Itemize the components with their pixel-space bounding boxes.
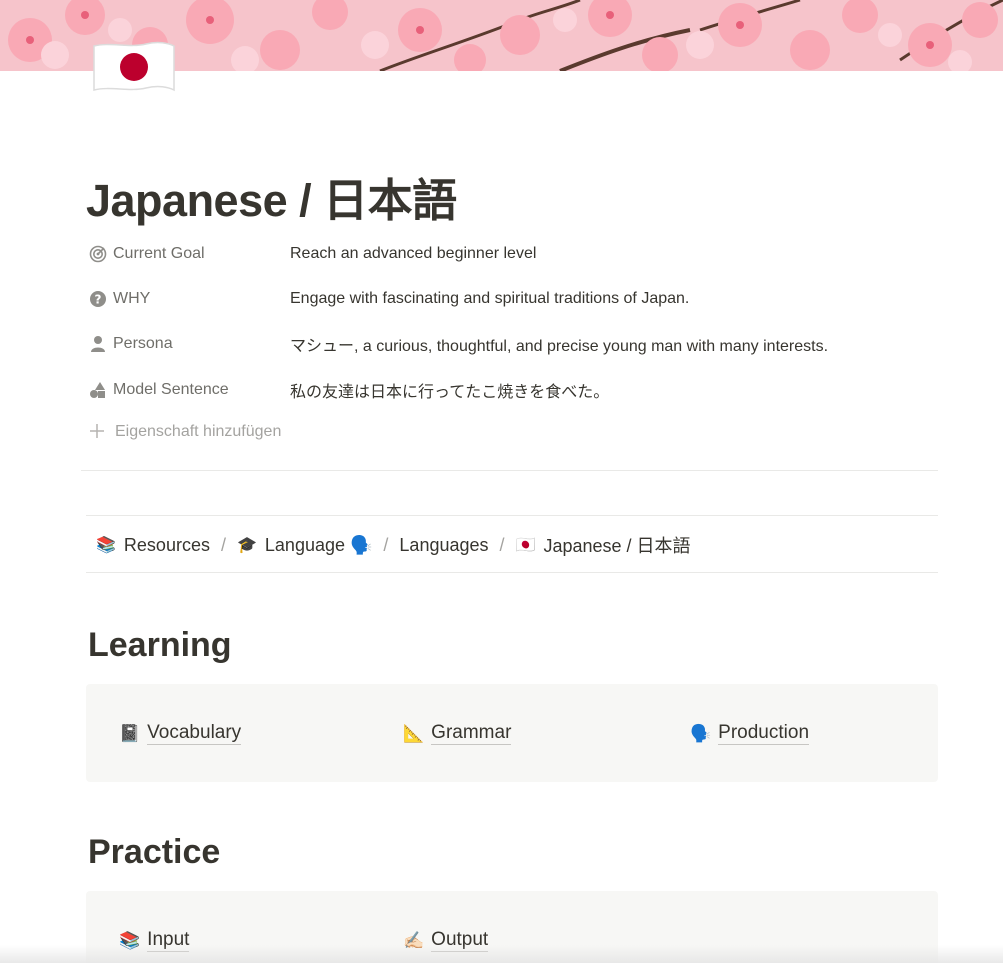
notebook-icon: 📓 <box>119 723 141 743</box>
breadcrumb-separator: / <box>383 534 389 555</box>
property-label: WHY <box>113 290 151 307</box>
target-icon <box>88 244 108 264</box>
speaking-head-icon: 🗣️ <box>690 723 712 743</box>
property-value[interactable]: マシュー, a curious, thoughtful, and precise… <box>290 332 828 356</box>
books-icon: 📚 <box>96 537 116 554</box>
property-why[interactable]: ? WHY Engage with fascinating and spirit… <box>86 282 938 316</box>
property-label: Current Goal <box>113 245 205 262</box>
property-value[interactable]: 私の友達は日本に行ってたこ焼きを食べた。 <box>290 378 609 402</box>
page-title[interactable]: Japanese / 日本語 <box>86 164 457 229</box>
property-value[interactable]: Reach an advanced beginner level <box>290 245 536 263</box>
property-label: Persona <box>113 335 173 352</box>
breadcrumb-separator: / <box>220 534 226 555</box>
japan-flag-icon: 🇯🇵 <box>515 537 536 554</box>
add-property-label: Eigenschaft hinzufügen <box>115 423 282 440</box>
link-label: Production <box>718 722 810 745</box>
properties-divider <box>81 470 938 471</box>
heading-learning[interactable]: Learning <box>88 626 232 665</box>
breadcrumb-label: Japanese / 日本語 <box>543 536 691 556</box>
bottom-shadow <box>0 945 1003 963</box>
breadcrumb: 📚 Resources / 🎓 Language 🗣️ / Languages … <box>96 530 691 560</box>
triangular-ruler-icon: 📐 <box>403 723 425 743</box>
property-label: Model Sentence <box>113 381 229 398</box>
breadcrumb-label: Languages <box>399 534 489 555</box>
property-persona[interactable]: Persona マシュー, a curious, thoughtful, and… <box>86 327 938 361</box>
svg-text:?: ? <box>95 293 102 307</box>
heading-practice[interactable]: Practice <box>88 833 220 872</box>
breadcrumb-item-resources[interactable]: 📚 Resources <box>96 535 210 556</box>
plus-icon <box>88 422 108 442</box>
breadcrumb-item-japanese[interactable]: 🇯🇵 Japanese / 日本語 <box>516 532 691 558</box>
link-label: Grammar <box>431 722 512 745</box>
breadcrumb-item-languages[interactable]: Languages <box>399 535 488 556</box>
link-vocabulary[interactable]: 📓 Vocabulary <box>119 722 242 745</box>
link-label: Vocabulary <box>147 722 242 745</box>
person-icon <box>88 334 108 354</box>
breadcrumb-top-divider <box>86 515 938 516</box>
breadcrumb-item-language[interactable]: 🎓 Language 🗣️ <box>237 535 372 556</box>
property-value[interactable]: Engage with fascinating and spiritual tr… <box>290 290 689 308</box>
property-model-sentence[interactable]: Model Sentence 私の友達は日本に行ってたこ焼きを食べた。 <box>86 373 938 407</box>
japan-flag-icon[interactable] <box>90 38 178 98</box>
shapes-icon <box>88 380 108 400</box>
question-circle-icon: ? <box>88 289 108 309</box>
breadcrumb-label: Resources <box>123 534 210 555</box>
property-current-goal[interactable]: Current Goal Reach an advanced beginner … <box>86 237 938 271</box>
breadcrumb-label: Language 🗣️ <box>264 534 373 555</box>
link-grammar[interactable]: 📐 Grammar <box>403 722 512 745</box>
link-production[interactable]: 🗣️ Production <box>690 722 810 745</box>
breadcrumb-separator: / <box>499 534 505 555</box>
breadcrumb-bottom-divider <box>86 572 938 573</box>
graduation-cap-icon: 🎓 <box>236 537 257 554</box>
add-property-button[interactable]: Eigenschaft hinzufügen <box>88 422 281 442</box>
